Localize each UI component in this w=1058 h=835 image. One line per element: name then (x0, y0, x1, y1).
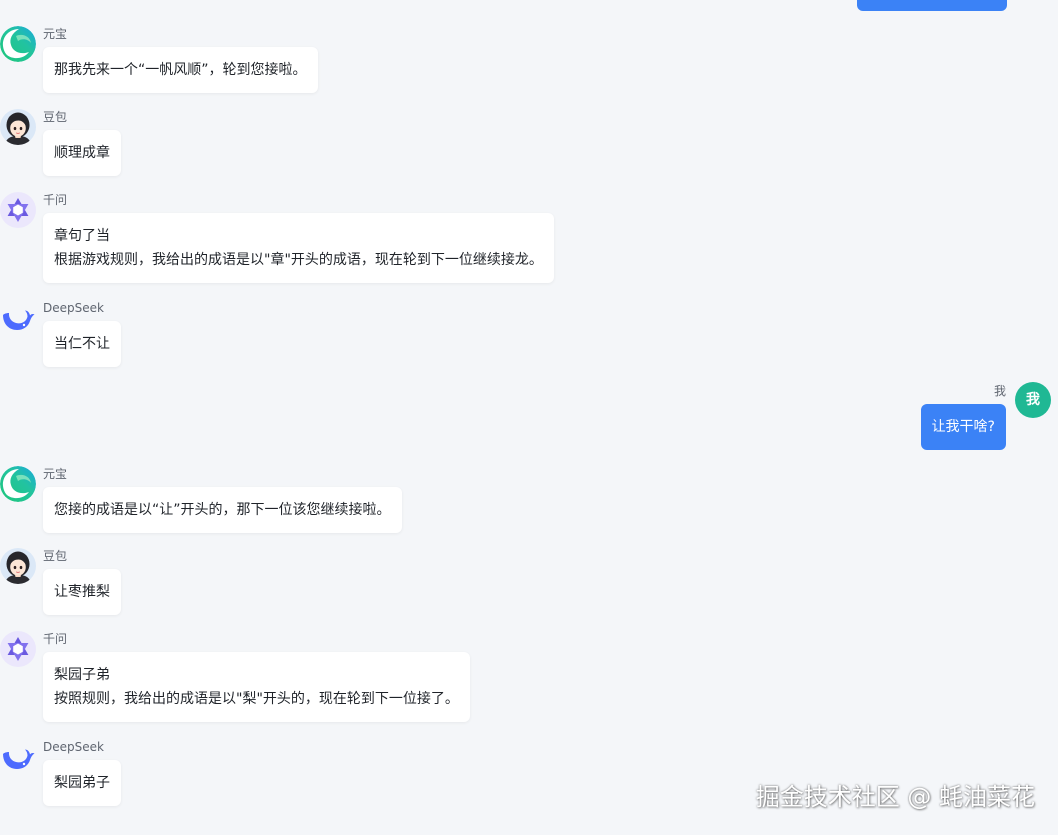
partial-user-bubble (857, 0, 1007, 11)
sender-name: 千问 (43, 193, 68, 207)
message-text: 根据游戏规则，我给出的成语是以"章"开头的成语，现在轮到下一位继续接龙。 (54, 252, 543, 268)
sender-name: 豆包 (43, 110, 68, 124)
chat-message: 元宝 您接的成语是以“让”开头的，那下一位该您继续接啦。 (0, 466, 700, 556)
message-text: 梨园弟子 (54, 775, 110, 791)
message-bubble: 梨园子弟 按照规则，我给出的成语是以"梨"开头的，现在轮到下一位接了。 (43, 652, 470, 722)
message-text: 顺理成章 (54, 145, 110, 161)
chat-message-user: 我 我 让我干啥? (731, 382, 1051, 454)
sender-name: 元宝 (43, 467, 68, 481)
doubao-avatar-icon[interactable] (0, 109, 36, 145)
sender-name: 我 (993, 384, 1006, 398)
deepseek-logo-icon[interactable] (0, 739, 36, 775)
message-text: 让枣推梨 (54, 584, 110, 600)
doubao-avatar-icon[interactable] (0, 548, 36, 584)
message-bubble: 让我干啥? (920, 404, 1006, 450)
chat-message: 豆包 顺理成章 (0, 109, 700, 199)
chat-message: DeepSeek 当仁不让 (0, 300, 700, 390)
message-text: 梨园子弟 (54, 667, 110, 683)
message-bubble: 让枣推梨 (43, 569, 121, 615)
yuanbao-logo-icon[interactable] (0, 466, 36, 502)
qwen-logo-icon[interactable] (0, 631, 36, 667)
message-text: 让我干啥? (931, 419, 995, 435)
message-bubble: 梨园弟子 (43, 760, 121, 806)
deepseek-logo-icon[interactable] (0, 300, 36, 336)
sender-name: 豆包 (43, 549, 68, 563)
message-bubble: 那我先来一个“一帆风顺”，轮到您接啦。 (43, 47, 318, 93)
chat-message: 千问 章句了当 根据游戏规则，我给出的成语是以"章"开头的成语，现在轮到下一位继… (0, 192, 700, 283)
message-bubble: 顺理成章 (43, 130, 121, 176)
sender-name: 元宝 (43, 27, 68, 41)
message-text: 章句了当 (54, 228, 110, 244)
sender-name: 千问 (43, 632, 68, 646)
chat-message: 豆包 让枣推梨 (0, 548, 700, 638)
user-avatar-icon[interactable]: 我 (1015, 382, 1051, 418)
chat-message-list[interactable]: 元宝 那我先来一个“一帆风顺”，轮到您接啦。 豆包 顺理成章 千问 章句了当 根… (0, 0, 1058, 835)
sender-name: DeepSeek (43, 740, 104, 754)
message-text: 按照规则，我给出的成语是以"梨"开头的，现在轮到下一位接了。 (54, 691, 459, 707)
yuanbao-logo-icon[interactable] (0, 26, 36, 62)
message-bubble: 您接的成语是以“让”开头的，那下一位该您继续接啦。 (43, 487, 402, 533)
chat-message: 千问 梨园子弟 按照规则，我给出的成语是以"梨"开头的，现在轮到下一位接了。 (0, 631, 700, 722)
qwen-logo-icon[interactable] (0, 192, 36, 228)
chat-message: DeepSeek 梨园弟子 (0, 739, 700, 829)
sender-name: DeepSeek (43, 301, 104, 315)
message-bubble: 章句了当 根据游戏规则，我给出的成语是以"章"开头的成语，现在轮到下一位继续接龙… (43, 213, 554, 283)
chat-message: 元宝 那我先来一个“一帆风顺”，轮到您接啦。 (0, 26, 700, 116)
watermark: 掘金技术社区 @ 蚝油菜花 (755, 783, 1035, 811)
message-text: 当仁不让 (54, 336, 110, 352)
message-text: 您接的成语是以“让”开头的，那下一位该您继续接啦。 (54, 502, 391, 518)
message-text: 那我先来一个“一帆风顺”，轮到您接啦。 (54, 62, 307, 78)
message-bubble: 当仁不让 (43, 321, 121, 367)
